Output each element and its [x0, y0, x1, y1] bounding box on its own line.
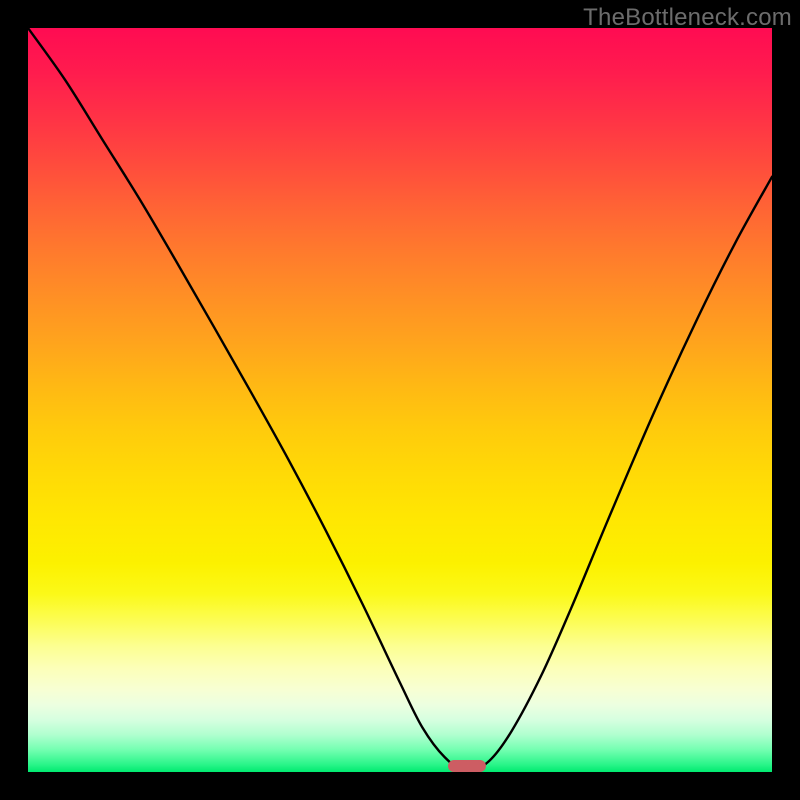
ideal-range-marker — [448, 760, 486, 772]
watermark-text: TheBottleneck.com — [583, 4, 792, 32]
bottleneck-curve — [28, 28, 772, 772]
chart-container: TheBottleneck.com — [0, 0, 800, 800]
plot-area — [28, 28, 772, 772]
